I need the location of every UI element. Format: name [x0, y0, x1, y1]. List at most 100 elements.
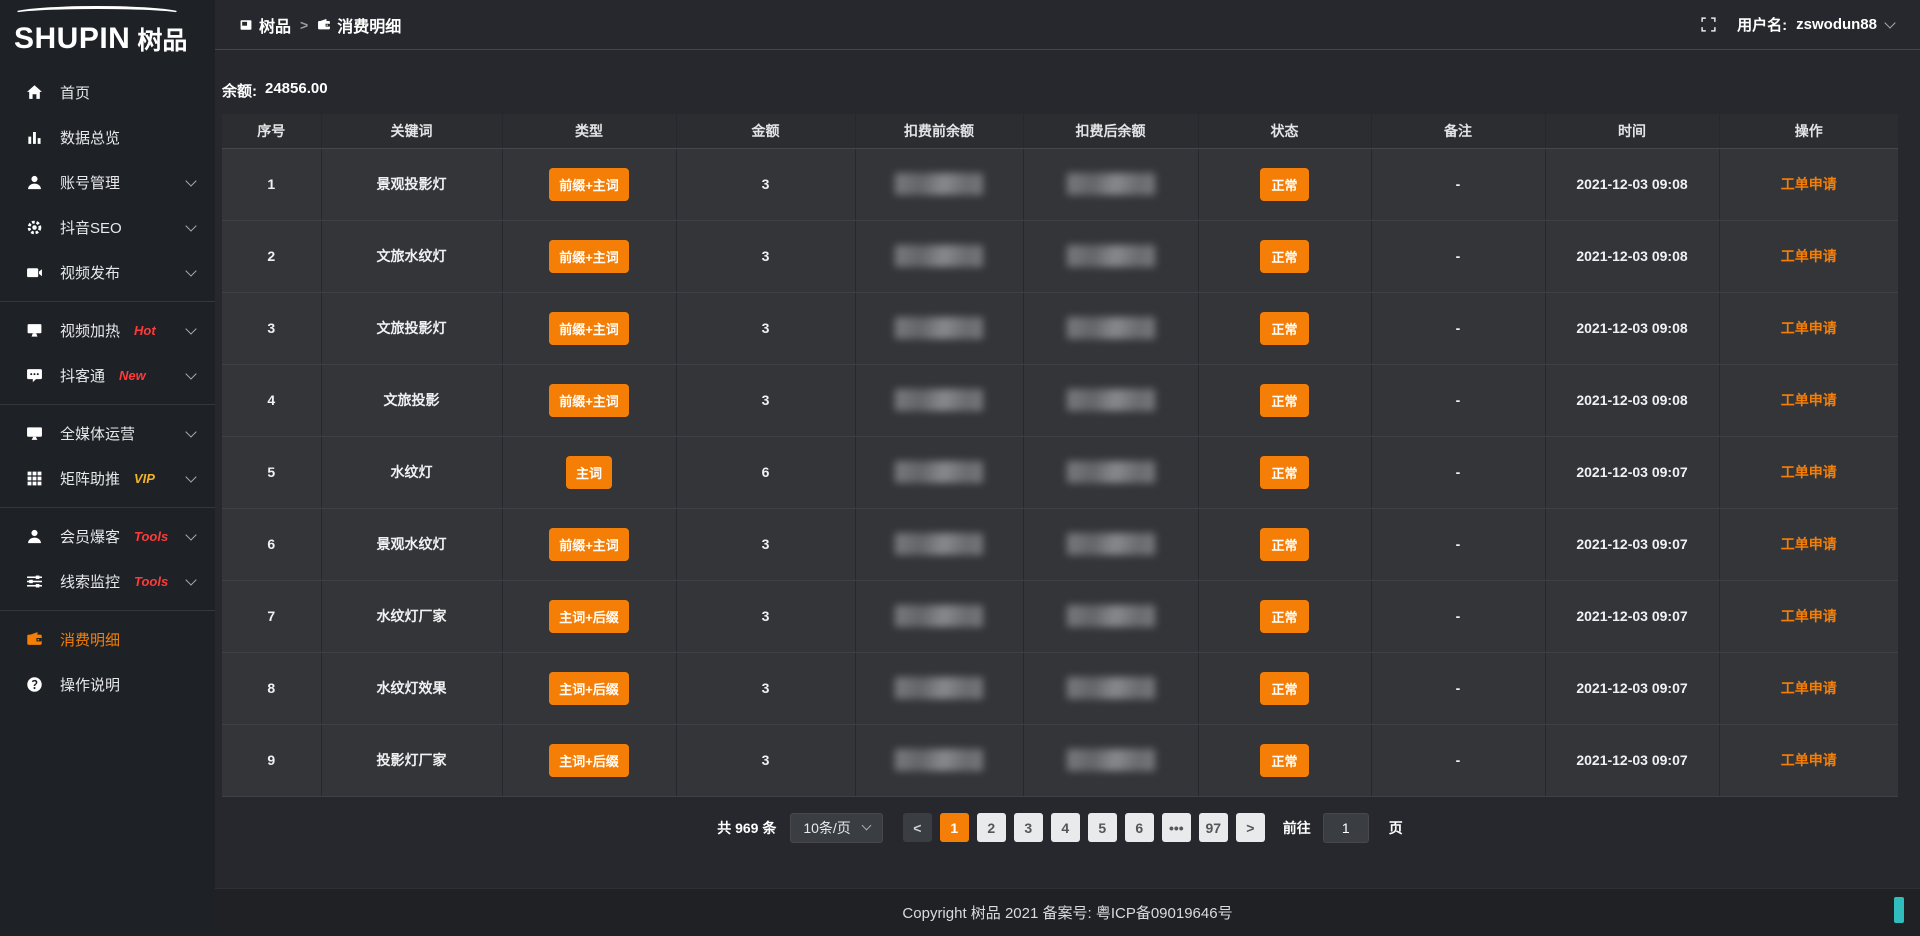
cell-action: 工单申请	[1719, 508, 1898, 580]
page-button-5[interactable]: 5	[1088, 813, 1117, 842]
cell-keyword: 水纹灯	[321, 436, 502, 508]
page-button-4[interactable]: 4	[1051, 813, 1080, 842]
cell-balance-after	[1023, 436, 1198, 508]
username-value: zswodun88	[1796, 16, 1877, 33]
prev-page-button[interactable]: <	[903, 813, 932, 842]
cell-action: 工单申请	[1719, 148, 1898, 220]
redacted-balance-after	[1067, 677, 1155, 699]
goto-unit: 页	[1389, 818, 1403, 838]
work-order-link[interactable]: 工单申请	[1781, 464, 1837, 480]
type-badge: 主词+后缀	[549, 744, 629, 777]
table-header-row: 序号 关键词 类型 金额 扣费前余额 扣费后余额 状态 备注 时间 操作	[222, 114, 1898, 148]
cell-type: 主词+后缀	[502, 652, 676, 724]
floating-widget[interactable]	[1894, 897, 1904, 923]
cell-index: 4	[222, 364, 321, 436]
total-count: 共 969 条	[717, 818, 776, 838]
sidebar-divider	[0, 301, 215, 302]
sidebar-item-clue-monitor[interactable]: 线索监控Tools	[0, 559, 215, 604]
type-badge: 主词	[566, 456, 612, 489]
sidebar-item-member-baoke[interactable]: 会员爆客Tools	[0, 514, 215, 559]
table-row: 7 水纹灯厂家 主词+后缀 3 正常 - 2021-12-03 09:07 工单…	[222, 580, 1898, 652]
cell-status: 正常	[1198, 724, 1371, 796]
redacted-balance-before	[895, 749, 983, 771]
status-badge: 正常	[1260, 600, 1308, 633]
page-ellipsis-button[interactable]: •••	[1162, 813, 1191, 842]
redacted-balance-before	[895, 533, 983, 555]
cell-balance-after	[1023, 580, 1198, 652]
cell-type: 前缀+主词	[502, 508, 676, 580]
work-order-link[interactable]: 工单申请	[1781, 248, 1837, 264]
page-button-1[interactable]: 1	[940, 813, 969, 842]
table-row: 8 水纹灯效果 主词+后缀 3 正常 - 2021-12-03 09:07 工单…	[222, 652, 1898, 724]
sidebar-item-douketong[interactable]: 抖客通New	[0, 353, 215, 398]
sidebar-item-matrix-boost[interactable]: 矩阵助推VIP	[0, 456, 215, 501]
page-size-select[interactable]: 10条/页	[790, 813, 882, 843]
sidebar-item-home[interactable]: 首页	[0, 70, 215, 115]
sidebar-divider	[0, 507, 215, 508]
cell-type: 主词+后缀	[502, 724, 676, 796]
next-page-button[interactable]: >	[1236, 813, 1265, 842]
redacted-balance-after	[1067, 605, 1155, 627]
cell-remark: -	[1371, 220, 1545, 292]
sidebar-item-all-media-operation[interactable]: 全媒体运营	[0, 411, 215, 456]
page-button-6[interactable]: 6	[1125, 813, 1154, 842]
sidebar-item-douyin-seo[interactable]: 抖音SEO	[0, 205, 215, 250]
work-order-link[interactable]: 工单申请	[1781, 608, 1837, 624]
sidebar-item-account-management[interactable]: 账号管理	[0, 160, 215, 205]
cell-balance-before	[855, 724, 1023, 796]
work-order-link[interactable]: 工单申请	[1781, 536, 1837, 552]
sidebar-item-consumption-detail[interactable]: 消费明细	[0, 617, 215, 662]
sidebar-item-data-overview[interactable]: 数据总览	[0, 115, 215, 160]
breadcrumb-item-shupin[interactable]: 树品	[239, 13, 291, 37]
work-order-link[interactable]: 工单申请	[1781, 176, 1837, 192]
cell-action: 工单申请	[1719, 364, 1898, 436]
cell-index: 2	[222, 220, 321, 292]
chevron-down-icon	[185, 323, 196, 334]
work-order-link[interactable]: 工单申请	[1781, 752, 1837, 768]
breadcrumb-label: 消费明细	[337, 13, 401, 37]
chevron-down-icon	[185, 265, 196, 276]
balance-value: 24856.00	[265, 80, 328, 101]
redacted-balance-after	[1067, 749, 1155, 771]
cell-amount: 3	[676, 580, 855, 652]
cell-type: 前缀+主词	[502, 292, 676, 364]
app-logo: SHUPIN 树品	[0, 4, 215, 56]
sidebar-item-video-heating[interactable]: 视频加热Hot	[0, 308, 215, 353]
page-button-2[interactable]: 2	[977, 813, 1006, 842]
status-badge: 正常	[1260, 528, 1308, 561]
type-badge: 主词+后缀	[549, 600, 629, 633]
table-row: 4 文旅投影 前缀+主词 3 正常 - 2021-12-03 09:08 工单申…	[222, 364, 1898, 436]
sidebar-item-video-publish[interactable]: 视频发布	[0, 250, 215, 295]
sidebar-item-label: 消费明细	[60, 629, 120, 650]
cell-balance-after	[1023, 364, 1198, 436]
work-order-link[interactable]: 工单申请	[1781, 320, 1837, 336]
member-icon	[26, 528, 43, 545]
cell-balance-before	[855, 292, 1023, 364]
cell-remark: -	[1371, 364, 1545, 436]
breadcrumb-item-consumption-detail[interactable]: 消费明细	[317, 13, 401, 37]
redacted-balance-before	[895, 461, 983, 483]
work-order-link[interactable]: 工单申请	[1781, 392, 1837, 408]
cell-amount: 3	[676, 724, 855, 796]
sidebar-badge-vip: VIP	[134, 471, 155, 486]
sidebar-item-label: 首页	[60, 82, 90, 103]
cell-balance-before	[855, 508, 1023, 580]
sidebar-item-label: 线索监控	[60, 571, 120, 592]
redacted-balance-after	[1067, 389, 1155, 411]
cell-action: 工单申请	[1719, 220, 1898, 292]
sidebar-item-operation-guide[interactable]: 操作说明	[0, 662, 215, 707]
cell-balance-before	[855, 580, 1023, 652]
page-button-97[interactable]: 97	[1199, 813, 1228, 842]
fullscreen-icon[interactable]	[1700, 16, 1717, 33]
goto-page-input[interactable]	[1323, 813, 1369, 843]
cell-time: 2021-12-03 09:07	[1545, 580, 1719, 652]
col-header-time: 时间	[1545, 114, 1719, 148]
redacted-balance-after	[1067, 173, 1155, 195]
user-menu[interactable]: 用户名: zswodun88	[1737, 14, 1894, 35]
work-order-link[interactable]: 工单申请	[1781, 680, 1837, 696]
page-button-3[interactable]: 3	[1014, 813, 1043, 842]
consumption-table: 序号 关键词 类型 金额 扣费前余额 扣费后余额 状态 备注 时间 操作 1 景…	[222, 114, 1898, 797]
cell-amount: 3	[676, 292, 855, 364]
sidebar-divider	[0, 404, 215, 405]
cell-keyword: 水纹灯厂家	[321, 580, 502, 652]
